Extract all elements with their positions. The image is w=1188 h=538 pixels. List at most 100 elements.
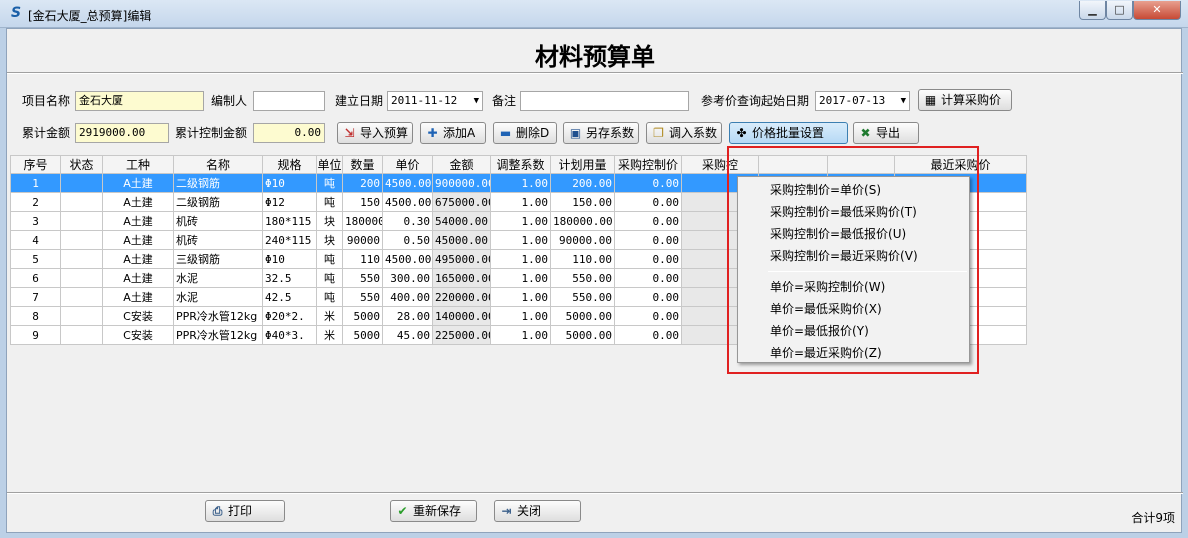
table-cell[interactable]: 二级钢筋 (173, 173, 263, 193)
table-cell[interactable]: 1.00 (490, 249, 551, 269)
table-cell[interactable] (60, 268, 103, 288)
table-cell[interactable] (60, 325, 103, 345)
table-cell[interactable]: 3 (10, 211, 61, 231)
column-header[interactable]: 金额 (432, 155, 491, 174)
editor-field[interactable] (253, 91, 325, 111)
table-cell[interactable]: 300.00 (382, 268, 433, 288)
table-cell[interactable]: 0.30 (382, 211, 433, 231)
save-coeff-button[interactable]: ▣ 另存系数 (563, 122, 639, 144)
print-button[interactable]: ⎙ 打印 (205, 500, 285, 522)
table-cell[interactable]: Φ12 (262, 192, 317, 212)
resave-button[interactable]: ✔ 重新保存 (390, 500, 477, 522)
minimize-button[interactable]: ▁ (1079, 1, 1106, 20)
table-cell[interactable]: 0.00 (614, 230, 682, 250)
table-cell[interactable]: Φ10 (262, 173, 317, 193)
table-cell[interactable]: 240*115 (262, 230, 317, 250)
table-cell[interactable]: 水泥 (173, 268, 263, 288)
table-cell[interactable]: A土建 (102, 173, 174, 193)
table-cell[interactable]: 米 (316, 325, 343, 345)
table-cell[interactable]: 0.50 (382, 230, 433, 250)
table-cell[interactable]: 吨 (316, 268, 343, 288)
table-cell[interactable] (60, 230, 103, 250)
maximize-button[interactable]: □ (1106, 1, 1133, 20)
created-date-picker[interactable]: 2011-11-12 ▼ (387, 91, 483, 111)
load-coeff-button[interactable]: ❐ 调入系数 (646, 122, 722, 144)
table-cell[interactable]: 二级钢筋 (173, 192, 263, 212)
table-cell[interactable]: 4 (10, 230, 61, 250)
table-cell[interactable]: 90000.00 (550, 230, 615, 250)
table-cell[interactable]: 150.00 (550, 192, 615, 212)
table-cell[interactable]: C安装 (102, 306, 174, 326)
close-window-button[interactable]: ✕ (1133, 1, 1181, 20)
table-cell[interactable]: Φ20*2. (262, 306, 317, 326)
table-cell[interactable]: A土建 (102, 268, 174, 288)
column-header[interactable]: 规格 (262, 155, 317, 174)
column-header[interactable]: 名称 (173, 155, 263, 174)
table-cell[interactable]: 5000 (342, 325, 383, 345)
table-cell[interactable]: 5000.00 (550, 325, 615, 345)
table-cell[interactable]: 225000.00 (432, 325, 491, 345)
table-cell[interactable]: 吨 (316, 287, 343, 307)
table-cell[interactable]: 32.5 (262, 268, 317, 288)
column-header[interactable]: 单位 (316, 155, 343, 174)
table-cell[interactable]: 0.00 (614, 306, 682, 326)
export-button[interactable]: ✖ 导出 (853, 122, 919, 144)
table-cell[interactable]: 5000 (342, 306, 383, 326)
table-cell[interactable]: 180000 (342, 211, 383, 231)
table-cell[interactable]: Φ40*3. (262, 325, 317, 345)
table-cell[interactable]: 400.00 (382, 287, 433, 307)
table-cell[interactable]: 1.00 (490, 230, 551, 250)
import-budget-button[interactable]: ⇲ 导入预算 (337, 122, 413, 144)
table-cell[interactable]: 140000.00 (432, 306, 491, 326)
table-cell[interactable]: 5000.00 (550, 306, 615, 326)
table-cell[interactable]: 90000 (342, 230, 383, 250)
table-cell[interactable]: 110 (342, 249, 383, 269)
table-cell[interactable]: 900000.00 (432, 173, 491, 193)
table-cell[interactable]: A土建 (102, 211, 174, 231)
table-cell[interactable]: 吨 (316, 192, 343, 212)
table-cell[interactable]: 0.00 (614, 211, 682, 231)
table-cell[interactable]: 机砖 (173, 230, 263, 250)
note-field[interactable] (520, 91, 689, 111)
table-cell[interactable]: 110.00 (550, 249, 615, 269)
table-cell[interactable]: 块 (316, 230, 343, 250)
table-cell[interactable]: 6 (10, 268, 61, 288)
table-cell[interactable]: 9 (10, 325, 61, 345)
table-cell[interactable]: 三级钢筋 (173, 249, 263, 269)
table-cell[interactable]: A土建 (102, 230, 174, 250)
table-cell[interactable] (60, 173, 103, 193)
table-cell[interactable]: 米 (316, 306, 343, 326)
close-button[interactable]: ⇥ 关闭 (494, 500, 581, 522)
table-cell[interactable]: 54000.00 (432, 211, 491, 231)
column-header[interactable]: 数量 (342, 155, 383, 174)
table-cell[interactable]: 0.00 (614, 192, 682, 212)
table-cell[interactable]: 4500.00 (382, 173, 433, 193)
table-cell[interactable]: 吨 (316, 173, 343, 193)
table-cell[interactable] (60, 249, 103, 269)
table-cell[interactable]: 180*115 (262, 211, 317, 231)
table-cell[interactable]: A土建 (102, 192, 174, 212)
add-button[interactable]: ✚ 添加A (420, 122, 486, 144)
batch-price-button[interactable]: ✤ 价格批量设置 (729, 122, 848, 144)
table-cell[interactable]: A土建 (102, 249, 174, 269)
table-cell[interactable]: 1.00 (490, 211, 551, 231)
table-cell[interactable]: 0.00 (614, 325, 682, 345)
table-cell[interactable]: PPR冷水管12kg (173, 306, 263, 326)
table-cell[interactable]: 1.00 (490, 268, 551, 288)
table-cell[interactable]: 0.00 (614, 268, 682, 288)
column-header[interactable]: 采购控制价 (614, 155, 682, 174)
table-cell[interactable]: 8 (10, 306, 61, 326)
table-cell[interactable]: 0.00 (614, 287, 682, 307)
table-cell[interactable]: 1.00 (490, 306, 551, 326)
table-cell[interactable]: Φ10 (262, 249, 317, 269)
table-cell[interactable] (60, 192, 103, 212)
table-cell[interactable]: C安装 (102, 325, 174, 345)
table-cell[interactable]: 550 (342, 268, 383, 288)
table-cell[interactable] (60, 211, 103, 231)
table-cell[interactable]: 7 (10, 287, 61, 307)
table-cell[interactable]: 1.00 (490, 325, 551, 345)
table-cell[interactable]: 675000.00 (432, 192, 491, 212)
table-cell[interactable]: 200.00 (550, 173, 615, 193)
delete-button[interactable]: ▬ 删除D (493, 122, 557, 144)
column-header[interactable]: 计划用量 (550, 155, 615, 174)
